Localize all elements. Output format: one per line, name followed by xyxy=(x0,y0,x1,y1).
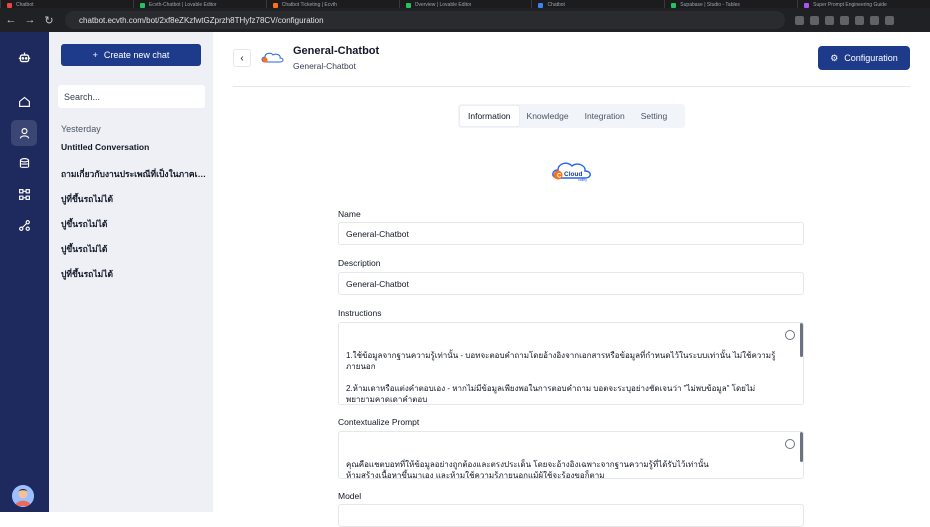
instructions-label: Instructions xyxy=(338,308,382,318)
create-new-chat-label: Create new chat xyxy=(103,50,170,60)
extension-icon[interactable] xyxy=(825,15,834,25)
address-bar[interactable]: chatbot.ecvth.com/bot/2xf8eZKzfwtGZprzh8… xyxy=(65,11,785,29)
enhance-icon[interactable] xyxy=(785,439,795,449)
reload-icon[interactable]: ↻ xyxy=(41,12,57,28)
model-select[interactable] xyxy=(338,504,804,527)
avatar[interactable] xyxy=(12,485,34,507)
page-header: ‹ General-Chatbot General-Chatbot ⚙ Conf… xyxy=(213,32,930,87)
main-content: ‹ General-Chatbot General-Chatbot ⚙ Conf… xyxy=(213,32,930,527)
header-divider xyxy=(233,86,910,87)
browser-tab[interactable]: Overview | Lovable Editor xyxy=(398,0,532,8)
contextualize-prompt-textarea[interactable]: คุณคือแชตบอทที่ให้ข้อมูลอย่างถูกต้องและต… xyxy=(338,431,804,479)
cloud-valley-logo xyxy=(261,52,284,63)
configuration-button[interactable]: ⚙ Configuration xyxy=(818,46,910,70)
extension-icon[interactable] xyxy=(840,15,849,25)
workflow-icon[interactable] xyxy=(11,181,37,207)
description-label: Description xyxy=(338,258,381,268)
chat-user-icon[interactable] xyxy=(11,120,37,146)
extension-icon[interactable] xyxy=(870,15,879,25)
extension-icon[interactable] xyxy=(795,15,804,25)
enhance-icon[interactable] xyxy=(785,330,795,340)
database-icon[interactable] xyxy=(11,150,37,176)
list-item[interactable]: ถามเกี่ยวกับงานประเพณีที่เป็งในภาคเหนือ xyxy=(61,167,209,192)
integration-icon[interactable] xyxy=(11,212,37,238)
home-icon[interactable] xyxy=(11,88,37,114)
browser-toolbar: ← → ↻ chatbot.ecvth.com/bot/2xf8eZKzfwtG… xyxy=(0,8,930,32)
logo-subtext: valley xyxy=(578,178,587,182)
tab-setting[interactable]: Setting xyxy=(633,106,675,126)
gear-icon: ⚙ xyxy=(830,52,839,63)
conversation-group-label: Yesterday xyxy=(61,124,101,134)
name-field[interactable]: General-Chatbot xyxy=(338,222,804,245)
description-field[interactable]: General-Chatbot xyxy=(338,272,804,295)
search-input[interactable] xyxy=(58,85,205,108)
textarea-scrollbar[interactable] xyxy=(800,432,803,462)
browser-tab[interactable]: Ecvth-Chatbot | Lovable Editor xyxy=(132,0,266,8)
configuration-label: Configuration xyxy=(844,53,898,63)
back-arrow-icon[interactable]: ← xyxy=(3,12,19,28)
model-label: Model xyxy=(338,491,362,501)
name-label: Name xyxy=(338,209,361,219)
list-item[interactable]: Untitled Conversation xyxy=(61,142,209,167)
list-item[interactable]: ปูที่ขึ้นรถไม่ได้ xyxy=(61,267,209,292)
svg-text:C: C xyxy=(557,174,562,180)
tab-knowledge[interactable]: Knowledge xyxy=(519,106,577,126)
plus-icon: + xyxy=(92,50,98,60)
bot-logo: C Cloud valley xyxy=(548,160,596,184)
bot-logo-icon[interactable] xyxy=(11,44,37,70)
page-subtitle: General-Chatbot xyxy=(293,61,356,71)
extension-icons xyxy=(795,15,894,25)
extension-icon[interactable] xyxy=(855,15,864,25)
browser-tab[interactable]: Chatbot xyxy=(0,0,133,8)
extension-icon[interactable] xyxy=(810,15,819,25)
contextualize-prompt-text: คุณคือแชตบอทที่ให้ข้อมูลอย่างถูกต้องและต… xyxy=(346,460,709,479)
tab-information[interactable]: Information xyxy=(460,106,519,126)
create-new-chat-button[interactable]: + Create new chat xyxy=(61,44,201,66)
list-item[interactable]: ปูขึ้นรถไม่ได้ xyxy=(61,217,209,242)
url-text: chatbot.ecvth.com/bot/2xf8eZKzfwtGZprzh8… xyxy=(79,15,324,25)
browser-tab[interactable]: Chatbot Ticketing | Ecvth xyxy=(265,0,399,8)
conversation-list: Untitled Conversation ถามเกี่ยวกับงานประ… xyxy=(61,142,209,292)
browser-tab-strip: Chatbot Ecvth-Chatbot | Lovable Editor C… xyxy=(0,0,930,8)
chat-sidebar: + Create new chat Yesterday Untitled Con… xyxy=(49,32,213,512)
extension-icon[interactable] xyxy=(885,15,894,25)
logo-text: Cloud xyxy=(564,171,582,178)
contextualize-prompt-label: Contextualize Prompt xyxy=(338,417,420,427)
instructions-text: 1.ใช้ข้อมูลจากฐานความรู้เท่านั้น - บอทจะ… xyxy=(346,351,776,404)
chevron-left-icon: ‹ xyxy=(240,52,244,64)
page-title: General-Chatbot xyxy=(293,45,380,57)
textarea-scrollbar[interactable] xyxy=(800,323,803,357)
list-item[interactable]: ปูขึ้นรถไม่ได้ xyxy=(61,242,209,267)
tab-integration[interactable]: Integration xyxy=(577,106,633,126)
browser-tab[interactable]: Super Prompt Engineering Guide xyxy=(797,0,930,8)
app-rail xyxy=(0,32,49,512)
back-button[interactable]: ‹ xyxy=(233,49,251,67)
cloud-valley-logo-large: C Cloud valley xyxy=(552,162,591,182)
browser-tab[interactable]: Supabase | Studio - Tables xyxy=(664,0,797,8)
instructions-textarea[interactable]: 1.ใช้ข้อมูลจากฐานความรู้เท่านั้น - บอทจะ… xyxy=(338,322,804,405)
browser-tab[interactable]: Chatbot xyxy=(531,0,664,8)
list-item[interactable]: ปูที่ขึ้นรถไม่ได้ xyxy=(61,192,209,217)
forward-arrow-icon[interactable]: → xyxy=(22,12,38,28)
config-tabs: Information Knowledge Integration Settin… xyxy=(458,104,685,128)
